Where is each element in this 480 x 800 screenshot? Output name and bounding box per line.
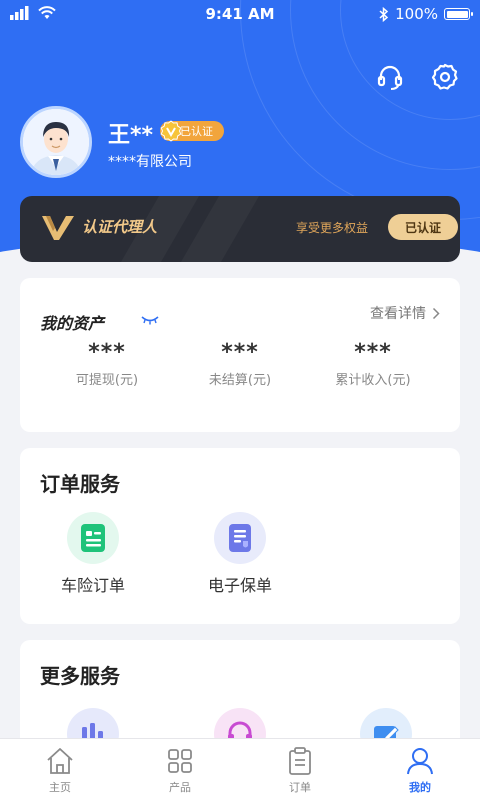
tab-mine[interactable]: 我的	[360, 739, 480, 800]
tab-label: 主页	[49, 781, 71, 794]
home-icon	[47, 748, 73, 774]
agent-title: 认证代理人	[82, 218, 158, 236]
user-icon	[407, 748, 433, 775]
verified-badge-label: 已认证	[180, 125, 213, 138]
assets-title: 我的资产	[40, 314, 105, 333]
assets-detail-label: 查看详情	[370, 306, 426, 322]
order-services-card: 订单服务 车险订单 电子保单	[20, 448, 460, 624]
user-name: 王**	[108, 123, 154, 148]
asset-label: 可提现(元)	[75, 373, 139, 388]
tab-bar: 主页 产品 订单 我的	[0, 738, 480, 800]
asset-value: ***	[88, 340, 126, 365]
user-portrait-icon	[23, 109, 89, 175]
tab-home[interactable]: 主页	[0, 739, 120, 800]
bluetooth-icon	[379, 6, 389, 22]
e-policy-icon	[229, 524, 251, 552]
v-logo-icon	[42, 216, 74, 240]
assets-card: 我的资产 查看详情 *** 可提现(元) *** 未结算(元) *** 累计收入…	[20, 278, 460, 432]
tab-orders[interactable]: 订单	[240, 739, 360, 800]
avatar[interactable]	[20, 106, 92, 178]
asset-label: 未结算(元)	[208, 373, 272, 388]
tab-label: 产品	[169, 781, 191, 794]
tab-label: 我的	[409, 781, 431, 794]
svc-icon-circle	[214, 512, 266, 564]
order-services-title: 订单服务	[40, 472, 120, 496]
more-services-card: 更多服务	[20, 640, 460, 750]
assets-detail-link[interactable]: 查看详情	[370, 303, 440, 323]
eye-closed-icon[interactable]	[141, 315, 159, 325]
battery-percent: 100%	[395, 5, 438, 23]
asset-label: 累计收入(元)	[335, 373, 411, 388]
e-policy-button[interactable]: 电子保单	[180, 512, 300, 596]
gear-icon[interactable]	[430, 62, 460, 92]
headset-icon[interactable]	[375, 62, 405, 92]
status-bar: 9:41 AM 100%	[0, 0, 480, 30]
car-insurance-order-icon	[81, 524, 105, 552]
more-services-title: 更多服务	[40, 664, 120, 688]
asset-total-income[interactable]: *** 累计收入(元)	[300, 340, 446, 388]
tab-products[interactable]: 产品	[120, 739, 240, 800]
clipboard-icon	[289, 747, 311, 775]
agent-card[interactable]: 认证代理人 享受更多权益 已认证	[20, 196, 460, 262]
svc-icon-circle	[67, 512, 119, 564]
asset-value: ***	[354, 340, 392, 365]
car-insurance-order-button[interactable]: 车险订单	[33, 512, 153, 596]
svc-label: 电子保单	[207, 576, 272, 595]
svc-label: 车险订单	[60, 576, 125, 595]
agent-benefit: 享受更多权益	[296, 221, 369, 235]
verified-badge: 已认证	[160, 120, 224, 142]
asset-value: ***	[221, 340, 259, 365]
asset-unsettled[interactable]: *** 未结算(元)	[167, 340, 313, 388]
battery-icon	[444, 8, 473, 20]
tab-label: 订单	[289, 781, 311, 794]
company-name: ****有限公司	[108, 154, 192, 170]
asset-withdrawable[interactable]: *** 可提现(元)	[34, 340, 180, 388]
grid-icon	[168, 749, 192, 773]
chevron-right-icon	[432, 307, 440, 319]
agent-verified-button[interactable]: 已认证	[388, 214, 458, 240]
verified-v-icon	[160, 120, 182, 142]
